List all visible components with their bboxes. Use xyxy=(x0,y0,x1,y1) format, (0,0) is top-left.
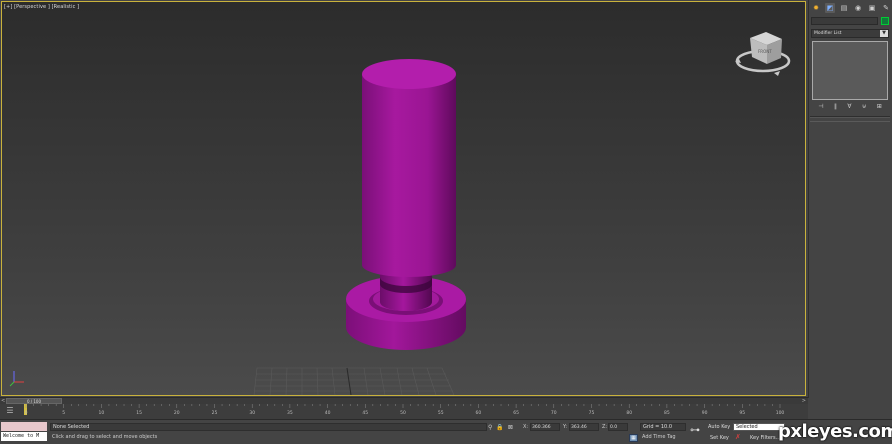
show-end-result-icon[interactable]: ∥ xyxy=(834,103,837,111)
absolute-mode-icon[interactable]: ⊠ xyxy=(508,424,513,431)
chevron-down-icon[interactable]: ▼ xyxy=(880,30,888,37)
max-window: [+] [Perspective ] [Realistic ] FRONT ✹ … xyxy=(0,0,892,444)
panel-separator xyxy=(810,116,890,118)
display-tab-icon[interactable]: ▣ xyxy=(867,3,877,13)
modifier-list-label: Modifier List xyxy=(814,31,842,36)
frame-tick-label: 45 xyxy=(362,410,368,416)
frame-tick-label: 60 xyxy=(476,410,482,416)
frame-tick-label: 5 xyxy=(62,410,65,416)
track-bar[interactable]: ☰ 0 5 10 15 20 25 30 35 40 45 50 55 60 65 70 75 80 85 90 95… xyxy=(0,404,808,419)
viewport-scene: FRONT xyxy=(9,32,791,395)
frame-tick-label: 75 xyxy=(589,410,595,416)
frame-tick-label: 35 xyxy=(287,410,293,416)
time-tag-icon[interactable]: ▦ xyxy=(629,434,638,442)
hierarchy-tab-icon[interactable]: ▤ xyxy=(839,3,849,13)
prompt-line: Click and drag to select and move object… xyxy=(52,434,158,440)
view-cube-front-label: FRONT xyxy=(758,49,772,54)
maxscript-listener[interactable]: Welcome to M xyxy=(1,422,47,441)
key-filters-button[interactable]: Key Filters... xyxy=(750,435,780,441)
selection-lock-icon[interactable]: 🔒 xyxy=(496,424,503,431)
frame-tick-label: 50 xyxy=(400,410,406,416)
frame-tick-label: 70 xyxy=(551,410,557,416)
time-slider[interactable]: < 0 / 100 > xyxy=(0,397,808,404)
y-coord-label: Y: xyxy=(563,424,568,430)
view-cube[interactable]: FRONT xyxy=(735,32,791,76)
command-panel-tabs: ✹ ◩ ▤ ◉ ▣ ✎ xyxy=(809,2,892,14)
track-ruler[interactable]: 0 5 10 15 20 25 30 35 40 45 50 55 60 65 70 75 80 85 90 95 10… xyxy=(24,404,784,419)
axis-tripod xyxy=(9,371,24,387)
main-cylinder[interactable] xyxy=(362,59,456,277)
frame-tick-label: 20 xyxy=(174,410,180,416)
frame-tick-label: 55 xyxy=(438,410,444,416)
neck-cylinder[interactable] xyxy=(380,274,432,311)
y-coord-field[interactable]: 363.46 xyxy=(569,423,599,431)
pin-stack-icon[interactable]: ⊣ xyxy=(818,103,823,111)
object-name-field[interactable] xyxy=(811,17,878,25)
frame-tick-label: 65 xyxy=(513,410,519,416)
z-coord-field[interactable]: 0.0 xyxy=(608,423,628,431)
make-unique-icon[interactable]: ∀ xyxy=(847,103,851,111)
mini-curve-editor-icon[interactable]: ☰ xyxy=(3,405,17,417)
frame-tick-label: 95 xyxy=(739,410,745,416)
panel-rollout xyxy=(810,121,890,125)
stack-tools: ⊣ ∥ ∀ ⊎ ⊞ xyxy=(813,103,887,111)
watermark-logo: pxleyes.com xyxy=(778,421,892,442)
selection-lock-area: ⚲ 🔒 ⊠ xyxy=(488,423,528,432)
frame-tick-label: 15 xyxy=(136,410,142,416)
frame-tick-label: 30 xyxy=(249,410,255,416)
z-coord-label: Z: xyxy=(602,424,608,430)
remove-modifier-icon[interactable]: ⊎ xyxy=(862,103,866,111)
x-coord-field[interactable]: 360.366 xyxy=(530,423,560,431)
isolate-icon[interactable]: ⚲ xyxy=(488,424,492,431)
modify-tab-icon[interactable]: ◩ xyxy=(825,3,835,13)
home-grid xyxy=(253,367,455,395)
modifier-stack[interactable] xyxy=(812,41,888,100)
frame-tick-label: 80 xyxy=(626,410,632,416)
set-key-button[interactable]: Set Key xyxy=(710,435,729,441)
perspective-viewport[interactable]: [+] [Perspective ] [Realistic ] FRONT xyxy=(1,1,806,396)
key-filter-icon[interactable]: ✗ xyxy=(735,433,741,441)
selection-status: None Selected xyxy=(50,423,487,431)
utilities-tab-icon[interactable]: ✎ xyxy=(881,3,891,13)
frame-tick-label: 0 xyxy=(25,410,28,416)
maxscript-output[interactable]: Welcome to M xyxy=(1,432,47,441)
frame-tick-label: 25 xyxy=(212,410,218,416)
frame-tick-label: 85 xyxy=(664,410,670,416)
frame-tick-label: 10 xyxy=(99,410,105,416)
configure-sets-icon[interactable]: ⊞ xyxy=(877,103,882,111)
modifier-list-dropdown[interactable]: Modifier List ▼ xyxy=(811,29,889,38)
key-icon[interactable]: ⊶ xyxy=(690,426,700,436)
x-coord-label: X: xyxy=(523,424,529,430)
create-tab-icon[interactable]: ✹ xyxy=(811,3,821,13)
motion-tab-icon[interactable]: ◉ xyxy=(853,3,863,13)
auto-key-button[interactable]: Auto Key xyxy=(708,424,730,430)
maxscript-input[interactable] xyxy=(1,422,47,431)
frame-tick-label: 90 xyxy=(702,410,708,416)
status-bar: Welcome to M None Selected Click and dra… xyxy=(0,419,892,444)
object-color-swatch[interactable] xyxy=(881,17,889,25)
grid-spacing: Grid = 10.0 xyxy=(640,423,686,431)
frame-tick-label: 100 xyxy=(776,410,784,416)
frame-tick-label: 40 xyxy=(325,410,331,416)
add-time-tag-button[interactable]: Add Time Tag xyxy=(642,434,676,440)
command-panel: ✹ ◩ ▤ ◉ ▣ ✎ Modifier List ▼ ⊣ ∥ ∀ ⊎ ⊞ xyxy=(808,0,892,398)
